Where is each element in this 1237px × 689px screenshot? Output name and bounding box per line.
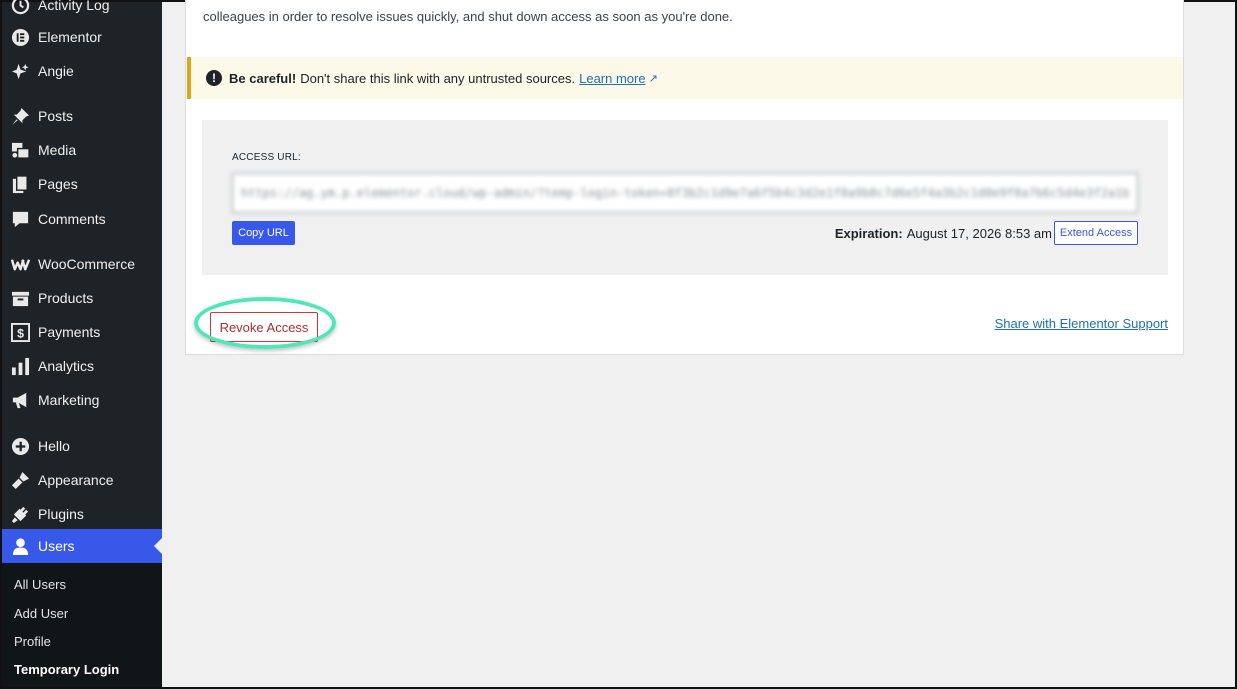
share-with-elementor-support-link[interactable]: Share with Elementor Support [995,316,1168,331]
intro-text: colleagues in order to resolve issues qu… [203,9,733,24]
sidebar-item-label: Comments [38,211,106,227]
pages-icon [10,174,30,194]
revoke-access-button[interactable]: Revoke Access [210,312,318,342]
sidebar-item-label: WooCommerce [38,256,135,272]
admin-sidebar: Activity Log Elementor Angie Posts Media… [2,0,162,687]
archive-icon [10,288,30,308]
sidebar-item-label: Appearance [38,472,114,488]
activity-log-icon [10,0,30,15]
sidebar-item-label: Pages [38,176,78,192]
sidebar-item-marketing[interactable]: Marketing [2,383,162,417]
sidebar-item-hello[interactable]: Hello [2,429,162,463]
access-url-label: ACCESS URL: [232,152,301,163]
sidebar-item-appearance[interactable]: Appearance [2,463,162,497]
sidebar-item-media[interactable]: Media [2,133,162,167]
sidebar-item-label: Plugins [38,506,84,522]
media-icon [10,140,30,160]
sidebar-item-comments[interactable]: Comments [2,202,162,236]
sidebar-item-label: Hello [38,438,70,454]
temporary-login-card: colleagues in order to resolve issues qu… [185,0,1184,355]
comment-icon [10,209,30,229]
sidebar-item-label: Users [38,538,75,554]
plug-icon [10,504,30,524]
access-url-field[interactable] [232,173,1138,213]
expiration-label: Expiration: [834,226,903,241]
sidebar-item-activity-log[interactable]: Activity Log [2,0,162,22]
elementor-icon [10,27,30,47]
plus-circle-icon [10,436,30,456]
expiration-value: August 17, 2026 8:53 am [906,226,1052,241]
users-submenu: All Users Add User Profile Temporary Log… [2,563,162,687]
exclamation-icon: ! [206,70,222,86]
sidebar-item-label: Products [38,290,94,306]
warning-notice: ! Be careful! Don't share this link with… [187,57,1183,99]
warning-strong: Be careful! [229,70,297,86]
expiration-info: Expiration: August 17, 2026 8:53 am [835,226,1052,241]
sidebar-item-elementor[interactable]: Elementor [2,20,162,54]
pin-icon [10,106,30,126]
copy-url-button[interactable]: Copy URL [232,221,295,245]
sidebar-item-pages[interactable]: Pages [2,167,162,201]
learn-more-link[interactable]: Learn more [579,71,645,86]
external-link-icon: ↗ [648,72,658,85]
sidebar-item-label: Payments [38,324,101,340]
sidebar-item-users[interactable]: Users [2,529,162,563]
woocommerce-icon [10,254,30,274]
submenu-temporary-login[interactable]: Temporary Login [14,662,119,677]
sidebar-item-label: Analytics [38,358,95,374]
sidebar-item-label: Elementor [38,29,102,45]
megaphone-icon [10,390,30,410]
submenu-profile[interactable]: Profile [14,634,51,649]
sidebar-item-payments[interactable]: $ Payments [2,315,162,349]
svg-text:$: $ [17,326,24,340]
bar-chart-icon [10,356,30,376]
warning-text: Don't share this link with any untrusted… [300,70,576,86]
sidebar-item-label: Angie [38,63,74,79]
submenu-all-users[interactable]: All Users [14,577,66,592]
sidebar-item-angie[interactable]: Angie [2,54,162,88]
sidebar-item-posts[interactable]: Posts [2,99,162,133]
angie-icon [10,61,30,81]
payments-icon: $ [10,322,30,342]
sidebar-item-analytics[interactable]: Analytics [2,349,162,383]
submenu-add-user[interactable]: Add User [14,606,68,621]
sidebar-item-label: Media [38,142,77,158]
brush-icon [10,470,30,490]
user-icon [10,536,30,556]
sidebar-item-label: Posts [38,108,74,124]
sidebar-item-products[interactable]: Products [2,281,162,315]
sidebar-item-label: Activity Log [38,0,110,13]
extend-access-button[interactable]: Extend Access [1054,221,1138,245]
access-url-panel: ACCESS URL: Copy URL Expiration:August 1… [202,120,1168,275]
sidebar-item-label: Marketing [38,392,100,408]
sidebar-item-woocommerce[interactable]: WooCommerce [2,247,162,281]
sidebar-item-plugins[interactable]: Plugins [2,497,162,531]
